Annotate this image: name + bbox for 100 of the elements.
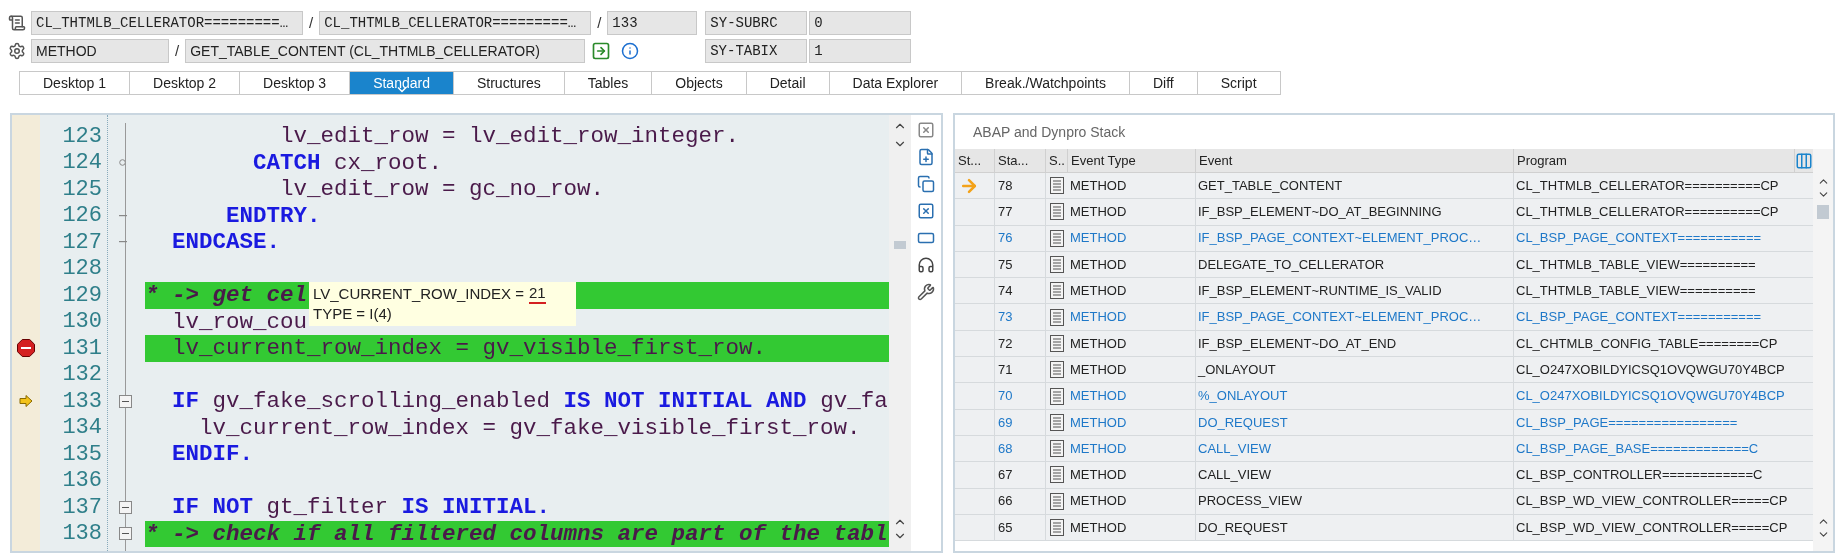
event-type-field[interactable]: METHOD xyxy=(31,39,169,63)
table-cell-text: IF_BSP_ELEMENT~RUNTIME_IS_VALID xyxy=(1198,282,1442,301)
code-line: lv_edit_row = gc_no_row. xyxy=(279,176,605,203)
document-icon xyxy=(1050,334,1064,352)
document-icon xyxy=(1050,203,1064,221)
table-cell-text: METHOD xyxy=(1070,492,1127,511)
tab[interactable]: Break./Watchpoints xyxy=(961,71,1130,95)
table-cell-text: PROCESS_VIEW xyxy=(1198,492,1303,511)
table-cell-text: CL_BSP_PAGE================= xyxy=(1516,413,1738,432)
line-number: 130 xyxy=(62,308,102,337)
wrench-icon[interactable] xyxy=(917,283,935,301)
table-cell-text: IF_BSP_ELEMENT~DO_AT_END xyxy=(1198,334,1397,353)
headphones-icon[interactable] xyxy=(917,256,935,274)
tab[interactable]: Desktop 1 xyxy=(19,71,131,95)
breakpoint-icon[interactable] xyxy=(17,339,35,358)
line-number: 135 xyxy=(62,440,102,469)
tab[interactable]: Data Explorer xyxy=(828,71,963,95)
event-field[interactable]: GET_TABLE_CONTENT (CL_THTMLB_CELLERATOR) xyxy=(185,39,586,63)
line-number: 137 xyxy=(62,493,102,522)
collapse-icon[interactable] xyxy=(119,394,132,408)
include-field[interactable]: CL_THTMLB_CELLERATOR=========… xyxy=(319,11,592,35)
code-line: lv_row_cou xyxy=(171,308,308,335)
tab[interactable]: Script xyxy=(1196,71,1281,95)
document-icon xyxy=(1050,440,1064,458)
column-header[interactable]: Event xyxy=(1196,149,1514,172)
column-header[interactable]: Program xyxy=(1514,149,1795,172)
separator: / xyxy=(174,40,181,61)
table-cell-text: CL_O247XOBILDYICSQ1OVQWGU70Y4BCP xyxy=(1516,387,1785,406)
vertical-scrollbar[interactable] xyxy=(1813,149,1833,551)
tab[interactable]: Detail xyxy=(745,71,830,95)
separator: / xyxy=(596,12,603,33)
table-cell-text: METHOD xyxy=(1070,229,1127,248)
program-field[interactable]: CL_THTMLB_CELLERATOR=========… xyxy=(31,11,303,35)
document-icon xyxy=(1050,387,1064,405)
system-field-name[interactable]: SY-TABIX xyxy=(705,39,808,63)
table-cell-text: GET_TABLE_CONTENT xyxy=(1198,176,1343,195)
document-icon[interactable] xyxy=(8,14,26,32)
gear-icon[interactable] xyxy=(8,42,26,60)
system-field-name[interactable]: SY-SUBRC xyxy=(705,11,808,35)
tab[interactable]: Structures xyxy=(452,71,565,95)
column-header[interactable]: St... xyxy=(955,149,995,172)
table-cell-text: 76 xyxy=(998,229,1013,248)
table-cell-text: CL_CHTMLB_CONFIG_TABLE========CP xyxy=(1516,334,1778,353)
close-icon[interactable] xyxy=(917,121,935,139)
tab[interactable]: Desktop 3 xyxy=(239,71,351,95)
line-number: 133 xyxy=(62,387,102,416)
line-field[interactable]: 133 xyxy=(607,11,698,35)
table-cell-text: CL_O247XOBILDYICSQ1OVQWGU70Y4BCP xyxy=(1516,360,1785,379)
scroll-thumb[interactable] xyxy=(1817,205,1829,219)
info-icon[interactable] xyxy=(621,42,640,60)
document-icon xyxy=(1050,413,1064,431)
column-header[interactable]: Sta... xyxy=(995,149,1046,172)
code-line: ENDIF. xyxy=(171,441,254,468)
collapse-icon[interactable] xyxy=(119,500,132,514)
table-cell-text: CALL_VIEW xyxy=(1198,439,1271,458)
tab[interactable]: Tables xyxy=(563,71,653,95)
table-cell-text: IF_BSP_PAGE_CONTEXT~ELEMENT_PROC… xyxy=(1198,308,1482,327)
line-number: 131 xyxy=(62,334,102,363)
table-cell-text: METHOD xyxy=(1070,334,1127,353)
table-cell-text: METHOD xyxy=(1070,203,1127,222)
vertical-scrollbar[interactable] xyxy=(889,115,911,551)
line-number: 125 xyxy=(62,175,102,204)
table-cell-text: CL_BSP_PAGE_BASE=============C xyxy=(1516,439,1759,458)
copy-icon[interactable] xyxy=(917,175,935,193)
scroll-thumb[interactable] xyxy=(894,241,906,249)
table-cell-text: CL_THTMLB_CELLERATOR==========CP xyxy=(1516,203,1779,222)
tab[interactable]: Desktop 2 xyxy=(129,71,241,95)
column-header[interactable]: Event Type xyxy=(1068,149,1196,172)
tooltip-text: LV_CURRENT_ROW_INDEX = xyxy=(313,284,525,304)
table-cell-text: METHOD xyxy=(1070,518,1127,537)
tab[interactable]: Standard xyxy=(349,71,454,95)
table-cell-text: DO_REQUEST xyxy=(1198,518,1288,537)
line-number: 134 xyxy=(62,414,102,443)
code-line: lv_current_row_index = gv_visible_first_row. xyxy=(171,335,767,362)
column-settings-icon[interactable] xyxy=(1795,151,1813,170)
document-icon xyxy=(1050,282,1064,300)
table-cell-text: IF_BSP_ELEMENT~DO_AT_BEGINNING xyxy=(1198,203,1442,222)
table-cell-text: 66 xyxy=(998,492,1013,511)
delete-icon[interactable] xyxy=(917,202,935,220)
table-cell-text: CALL_VIEW xyxy=(1198,466,1271,485)
code-line: * -> check if all filtered columns are part of the tabl xyxy=(145,520,888,547)
collapse-icon[interactable] xyxy=(119,527,132,541)
code-line: ENDCASE. xyxy=(171,229,281,256)
table-cell-text: METHOD xyxy=(1070,360,1127,379)
tab[interactable]: Diff xyxy=(1129,71,1198,95)
document-icon xyxy=(1050,256,1064,274)
selected-caret-icon xyxy=(396,87,407,93)
document-icon xyxy=(1050,492,1064,510)
table-cell-text: CL_BSP_WD_VIEW_CONTROLLER=====CP xyxy=(1516,518,1788,537)
system-field-value[interactable]: 0 xyxy=(809,11,912,35)
code-line: lv_edit_row = lv_edit_row_integer. xyxy=(279,123,740,150)
tab[interactable]: Objects xyxy=(651,71,747,95)
new-file-icon[interactable] xyxy=(917,148,935,166)
panel-title: ABAP and Dynpro Stack xyxy=(973,122,1126,142)
table-cell-text: _ONLAYOUT xyxy=(1198,360,1276,379)
separator: / xyxy=(308,12,315,33)
line-number: 138 xyxy=(62,520,102,549)
column-header[interactable]: S.. xyxy=(1046,149,1068,172)
table-cell-text: 71 xyxy=(998,360,1013,379)
system-field-value[interactable]: 1 xyxy=(809,39,912,63)
